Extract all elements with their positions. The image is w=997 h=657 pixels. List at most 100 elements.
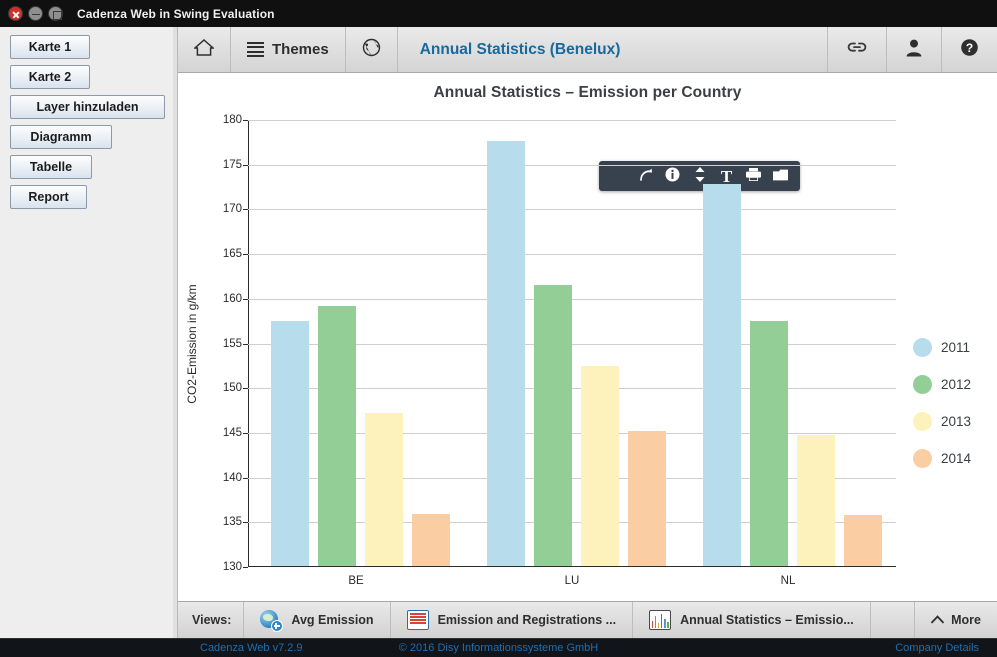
globe-plus-icon <box>260 609 284 632</box>
user-account-button[interactable] <box>886 27 941 72</box>
window-title-bar: Cadenza Web in Swing Evaluation <box>0 0 997 27</box>
bar-NL-2011[interactable] <box>702 184 741 566</box>
sidebar-scrollbar[interactable] <box>173 27 177 638</box>
main-panel: Themes Annual Statistics (Benelux) ? Ann… <box>178 27 997 638</box>
themes-label: Themes <box>272 41 329 58</box>
legend-label: 2012 <box>941 377 972 392</box>
legend-label: 2011 <box>941 340 971 355</box>
user-icon <box>905 38 923 62</box>
legend-item[interactable]: 2014 <box>913 449 997 468</box>
views-spacer <box>869 602 914 638</box>
sidebar-button-diagramm[interactable]: Diagramm <box>10 125 112 149</box>
legend-item[interactable]: 2012 <box>913 375 997 394</box>
y-tick-mark <box>243 477 248 479</box>
bar-BE-2012[interactable] <box>317 305 356 566</box>
globe-button[interactable] <box>346 27 398 72</box>
sidebar-button-tabelle[interactable]: Tabelle <box>10 155 92 179</box>
link-icon <box>846 38 868 61</box>
left-sidebar: Karte 1 Karte 2 Layer hinzuladen Diagram… <box>0 27 178 638</box>
y-tick-label: 165 <box>222 248 242 261</box>
help-button[interactable]: ? <box>941 27 997 72</box>
y-tick-mark <box>243 254 248 256</box>
gridline <box>248 209 896 211</box>
share-link-button[interactable] <box>827 27 886 72</box>
x-tick-label: LU <box>564 575 580 587</box>
y-tick-mark <box>243 120 248 121</box>
more-label: More <box>951 613 981 627</box>
sidebar-button-karte-1[interactable]: Karte 1 <box>10 35 90 59</box>
legend-swatch-2012 <box>913 375 932 394</box>
toolbar-right-group: ? <box>827 27 997 72</box>
home-button[interactable] <box>178 27 231 72</box>
gridline <box>248 254 896 256</box>
view-item-label: Avg Emission <box>291 613 374 627</box>
y-tick-label: 155 <box>222 337 242 350</box>
gridline <box>248 164 896 166</box>
gridline <box>248 120 896 121</box>
footer-version-link[interactable]: Cadenza Web v7.2.9 <box>200 642 303 654</box>
bar-NL-2012[interactable] <box>749 321 788 566</box>
table-icon <box>406 610 429 630</box>
legend-item[interactable]: 2011 <box>913 338 997 357</box>
views-bar: Views: Avg Emission Emission and Registr… <box>178 601 997 638</box>
y-tick-mark <box>243 343 248 345</box>
footer-copyright[interactable]: © 2016 Disy Informationssysteme GmbH <box>399 642 598 654</box>
y-tick-label: 130 <box>222 561 242 573</box>
y-tick-label: 180 <box>222 114 242 126</box>
view-item-label: Emission and Registrations ... <box>437 613 617 627</box>
app-toolbar: Themes Annual Statistics (Benelux) ? <box>178 27 997 73</box>
bar-BE-2011[interactable] <box>270 321 309 566</box>
view-item-label: Annual Statistics – Emissio... <box>680 613 854 627</box>
help-icon: ? <box>960 38 979 62</box>
y-tick-label: 140 <box>222 471 242 484</box>
legend-item[interactable]: 2013 <box>913 412 997 431</box>
chart-title: Annual Statistics – Emission per Country <box>433 84 742 101</box>
y-tick-mark <box>243 388 248 390</box>
page-title: Annual Statistics (Benelux) <box>397 27 827 72</box>
y-axis-label: CO2-Emission in g/km <box>185 283 199 404</box>
bar-LU-2013[interactable] <box>580 365 619 566</box>
themes-button[interactable]: Themes <box>231 27 346 72</box>
legend-swatch-2011 <box>913 338 932 357</box>
plot-area: CO2-Emission in g/km 130 135 140 145 150 155 1… <box>185 114 896 587</box>
view-item-avg-emission[interactable]: Avg Emission <box>243 602 389 638</box>
bar-LU-2014[interactable] <box>627 431 666 566</box>
chevron-up-icon <box>931 613 945 627</box>
legend-label: 2014 <box>941 451 972 466</box>
y-tick-label: 175 <box>222 158 242 171</box>
y-tick-label: 160 <box>222 292 242 305</box>
application-window: Cadenza Web in Swing Evaluation Karte 1 … <box>0 0 997 657</box>
maximize-window-button[interactable] <box>48 6 63 21</box>
footer-company-details-link[interactable]: Company Details <box>895 642 979 654</box>
bar-LU-2011[interactable] <box>486 140 525 566</box>
home-icon <box>193 38 215 61</box>
y-tick-label: 170 <box>222 203 242 216</box>
bar-chart-icon <box>649 610 672 630</box>
sidebar-button-layer-hinzuladen[interactable]: Layer hinzuladen <box>10 95 165 119</box>
sidebar-button-karte-2[interactable]: Karte 2 <box>10 65 90 89</box>
y-tick-label: 150 <box>222 382 242 395</box>
y-tick-mark <box>243 164 248 166</box>
more-views-button[interactable]: More <box>914 602 997 638</box>
bar-NL-2014[interactable] <box>843 515 882 566</box>
legend-label: 2013 <box>941 414 972 429</box>
y-tick-mark <box>243 298 248 300</box>
bar-NL-2013[interactable] <box>796 434 835 566</box>
x-tick-label: NL <box>780 575 796 587</box>
chart-container: Annual Statistics – Emission per Country <box>178 73 997 621</box>
chart-legend: 2011 2012 2013 2014 <box>913 338 997 486</box>
view-item-annual-statistics[interactable]: Annual Statistics – Emissio... <box>632 602 870 638</box>
sidebar-button-report[interactable]: Report <box>10 185 87 209</box>
close-window-button[interactable] <box>8 6 23 21</box>
legend-swatch-2014 <box>913 449 932 468</box>
x-tick-label: BE <box>348 575 364 587</box>
y-tick-mark <box>243 567 248 568</box>
y-tick-mark <box>243 209 248 211</box>
y-tick-label: 135 <box>222 516 242 529</box>
bar-BE-2013[interactable] <box>364 413 403 566</box>
minimize-window-button[interactable] <box>28 6 43 21</box>
views-label: Views: <box>192 613 232 627</box>
bar-LU-2012[interactable] <box>533 285 572 566</box>
bar-BE-2014[interactable] <box>411 514 450 566</box>
view-item-emission-and-registrations[interactable]: Emission and Registrations ... <box>389 602 633 638</box>
